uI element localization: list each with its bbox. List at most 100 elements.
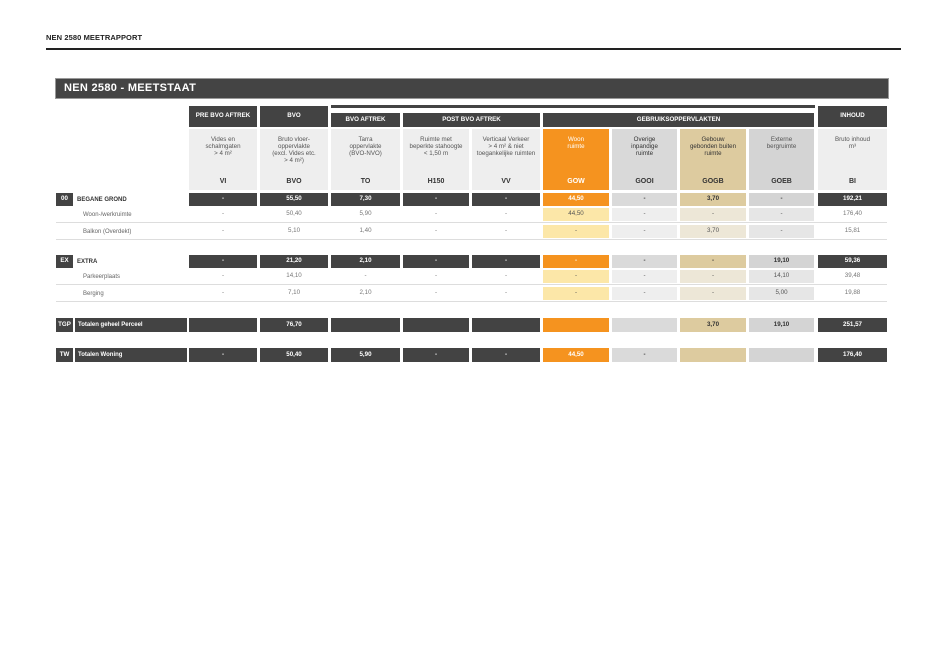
section-value-bvo: 21,20 (260, 255, 328, 268)
row-value-goeb: 14,10 (749, 270, 814, 283)
row-value-gooi: - (612, 287, 677, 300)
section-value-gooi: - (612, 255, 677, 268)
header-pre-bvo-aftrek: PRE BVO AFTREK (189, 106, 257, 127)
column-code-h150: H150 (427, 177, 445, 185)
total-value-gogb (680, 348, 746, 362)
total-code: TW (56, 348, 73, 362)
total-value-gow: 44,50 (543, 348, 609, 362)
total-code: TGP (56, 318, 73, 332)
total-value-bvo: 76,70 (260, 318, 328, 332)
column-code-vv: VV (501, 177, 511, 185)
row-value-bvo: 50,40 (286, 210, 302, 218)
header-bvo-aftrek: BVO AFTREK (331, 113, 400, 127)
row-divider (56, 301, 887, 302)
section-value-h150: - (403, 193, 469, 206)
row-value-bi: 39,48 (844, 272, 861, 280)
column-code-gooi: GOOI (635, 177, 654, 185)
section-value-gow: 44,50 (543, 193, 609, 206)
section-code: EX (56, 255, 73, 268)
total-value-vv: - (472, 348, 540, 362)
row-value-bvo: 14,10 (286, 272, 302, 280)
section-value-goeb: 19,10 (749, 255, 814, 268)
row-label: Parkeerplaats (83, 273, 121, 280)
section-value-gogb: 3,70 (680, 193, 746, 206)
total-name: Totalen geheel Perceel (75, 318, 187, 332)
row-value-gogb: - (680, 270, 746, 283)
section-value-bvo: 55,50 (260, 193, 328, 206)
column-code-gow: GOW (567, 177, 585, 185)
row-value-gooi: - (612, 270, 677, 283)
section-value-bi: 192,21 (818, 193, 887, 206)
row-value-goeb: 5,00 (749, 287, 814, 300)
row-value-vi: - (221, 272, 225, 280)
row-divider (56, 239, 887, 240)
section-name: EXTRA (77, 258, 98, 265)
column-code-bi: BI (849, 177, 856, 185)
header-top-bar (331, 105, 815, 108)
row-label: Balkon (Overdekt) (83, 228, 132, 235)
row-value-vv: - (504, 289, 508, 297)
row-divider (56, 222, 887, 223)
row-value-vv: - (504, 272, 508, 280)
section-value-vi: - (189, 255, 257, 268)
column-code-vi: VI (219, 177, 227, 185)
row-value-gogb: - (680, 287, 746, 300)
total-value-h150: - (403, 348, 469, 362)
total-value-vi: - (189, 348, 257, 362)
row-value-vi: - (221, 227, 225, 235)
row-value-vv: - (504, 210, 508, 218)
total-value-gooi: - (612, 348, 677, 362)
total-value-bi: 251,57 (818, 318, 887, 332)
row-value-h150: - (434, 227, 438, 235)
total-value-h150 (403, 318, 469, 332)
section-value-gow: - (543, 255, 609, 268)
section-value-gooi: - (612, 193, 677, 206)
row-value-h150: - (434, 272, 438, 280)
row-value-bi: 15,81 (844, 227, 861, 235)
row-divider (56, 284, 887, 285)
row-value-h150: - (434, 289, 438, 297)
row-value-goeb: - (749, 225, 814, 238)
total-value-gooi (612, 318, 677, 332)
section-value-vi: - (189, 193, 257, 206)
total-value-goeb (749, 348, 814, 362)
row-value-gow: - (543, 225, 609, 238)
total-value-gow (543, 318, 609, 332)
section-value-vv: - (472, 193, 540, 206)
column-code-goeb: GOEB (771, 177, 792, 185)
row-value-bvo: 5,10 (287, 227, 301, 235)
total-value-gogb: 3,70 (680, 318, 746, 332)
header-inhoud: INHOUD (818, 106, 887, 127)
section-value-to: 2,10 (331, 255, 400, 268)
row-value-to: - (364, 272, 367, 280)
header-bvo: BVO (260, 106, 328, 127)
total-value-vv (472, 318, 540, 332)
column-code-gogb: GOGB (702, 177, 724, 185)
total-value-to: 5,90 (331, 348, 400, 362)
section-value-bi: 59,36 (818, 255, 887, 268)
row-value-to: 2,10 (359, 289, 372, 297)
header-post-bvo-aftrek: POST BVO AFTREK (403, 113, 540, 127)
section-value-goeb: - (749, 193, 814, 206)
row-value-h150: - (434, 210, 438, 218)
row-value-vi: - (221, 210, 225, 218)
row-value-gooi: - (612, 225, 677, 238)
title-rule (46, 48, 901, 50)
section-value-gogb: - (680, 255, 746, 268)
section-code: 00 (56, 193, 73, 206)
header-gebruiksoppervlakten: GEBRUIKSOPPERVLAKTEN (543, 113, 814, 127)
row-value-vv: - (504, 227, 508, 235)
total-value-bvo: 50,40 (260, 348, 328, 362)
row-value-gow: - (543, 270, 609, 283)
total-value-bi: 176,40 (818, 348, 887, 362)
row-value-gogb: 3,70 (680, 225, 746, 238)
document-title: NEN 2580 MEETRAPPORT (46, 33, 143, 42)
row-value-to: 1,40 (359, 227, 372, 235)
row-value-bi: 176,40 (843, 210, 862, 218)
row-label: Woon-/werkruimte (83, 211, 132, 218)
row-value-bi: 19,88 (844, 289, 861, 297)
total-name: Totalen Woning (75, 348, 187, 362)
row-value-goeb: - (749, 208, 814, 221)
total-value-goeb: 19,10 (749, 318, 814, 332)
total-value-to (331, 318, 400, 332)
